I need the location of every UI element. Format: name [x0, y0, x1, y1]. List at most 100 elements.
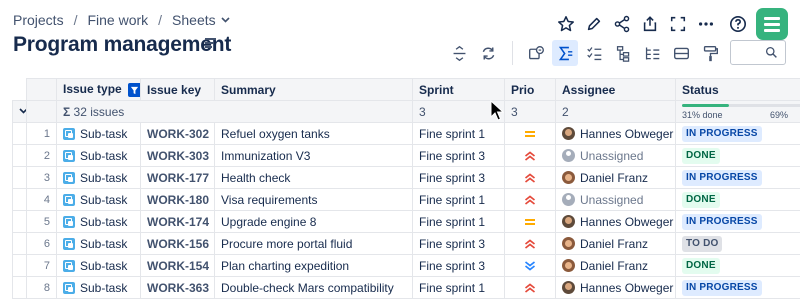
- sum-icon[interactable]: [552, 40, 578, 66]
- hierarchy-list-icon[interactable]: [639, 40, 665, 66]
- status-cell[interactable]: DONE: [675, 188, 800, 211]
- share-icon[interactable]: [608, 10, 636, 38]
- status-cell[interactable]: IN PROGRESS: [675, 210, 800, 233]
- prio-cell[interactable]: [504, 144, 556, 167]
- status-cell[interactable]: DONE: [675, 144, 800, 167]
- column-header-issue-key[interactable]: Issue key: [140, 78, 215, 101]
- chevron-down-icon[interactable]: [19, 108, 27, 114]
- edit-icon[interactable]: [580, 10, 608, 38]
- search-input[interactable]: [735, 41, 769, 63]
- breadcrumb-fine-work[interactable]: Fine work: [87, 12, 148, 28]
- filter-view-icon[interactable]: [523, 40, 549, 66]
- assignee-cell[interactable]: Daniel Franz: [555, 166, 676, 189]
- issue-type-cell[interactable]: Sub-task: [56, 188, 141, 211]
- paint-format-icon[interactable]: [697, 40, 723, 66]
- issue-type-cell[interactable]: Sub-task: [56, 232, 141, 255]
- status-cell[interactable]: IN PROGRESS: [675, 276, 800, 299]
- table-row[interactable]: 4 Sub-task WORK-180 Visa requirements Fine s…: [12, 188, 800, 211]
- sprint-cell[interactable]: Fine sprint 1: [412, 276, 505, 299]
- prio-cell[interactable]: [504, 232, 556, 255]
- issue-key-link[interactable]: WORK-154: [140, 254, 215, 277]
- summary-cell[interactable]: Visa requirements: [214, 188, 413, 211]
- column-header-issue-type[interactable]: Issue type: [56, 78, 141, 101]
- chevron-down-icon[interactable]: [221, 15, 230, 26]
- issue-type-cell[interactable]: Sub-task: [56, 254, 141, 277]
- breadcrumb-projects[interactable]: Projects: [13, 12, 64, 28]
- status-cell[interactable]: TO DO: [675, 232, 800, 255]
- summary-cell[interactable]: Upgrade engine 8: [214, 210, 413, 233]
- breadcrumb-sheets[interactable]: Sheets: [172, 12, 216, 28]
- issue-type-cell[interactable]: Sub-task: [56, 276, 141, 299]
- refresh-icon[interactable]: [475, 40, 501, 66]
- column-header-summary[interactable]: Summary: [214, 78, 413, 101]
- prio-cell[interactable]: [504, 276, 556, 299]
- summary-cell[interactable]: Refuel oxygen tanks: [214, 122, 413, 145]
- table-row[interactable]: 3 Sub-task WORK-177 Health check Fine sprint…: [12, 166, 800, 189]
- sprint-cell[interactable]: Fine sprint 1: [412, 122, 505, 145]
- help-icon[interactable]: [724, 10, 752, 38]
- column-header-prio[interactable]: Prio: [504, 78, 556, 101]
- assignee-cell[interactable]: Unassigned: [555, 188, 676, 211]
- sprint-cell[interactable]: Fine sprint 3: [412, 144, 505, 167]
- issue-type-cell[interactable]: Sub-task: [56, 166, 141, 189]
- assignee-cell[interactable]: Unassigned: [555, 144, 676, 167]
- sprint-cell[interactable]: Fine sprint 1: [412, 188, 505, 211]
- summary-cell[interactable]: Immunization V3: [214, 144, 413, 167]
- prio-cell[interactable]: [504, 188, 556, 211]
- column-header-status[interactable]: Status: [675, 78, 800, 101]
- search-box[interactable]: [730, 40, 786, 65]
- table-row[interactable]: 5 Sub-task WORK-174 Upgrade engine 8 Fine sp…: [12, 210, 800, 233]
- prio-cell[interactable]: [504, 210, 556, 233]
- issue-type-cell[interactable]: Sub-task: [56, 122, 141, 145]
- status-cell[interactable]: IN PROGRESS: [675, 166, 800, 189]
- issue-type-cell[interactable]: Sub-task: [56, 210, 141, 233]
- summary-cell[interactable]: Double-check Mars compatibility: [214, 276, 413, 299]
- sprint-cell[interactable]: Fine sprint 1: [412, 210, 505, 233]
- summary-cell[interactable]: Plan charting expedition: [214, 254, 413, 277]
- fullscreen-icon[interactable]: [664, 10, 692, 38]
- rows-icon[interactable]: [668, 40, 694, 66]
- app-logo[interactable]: [756, 8, 788, 40]
- status-cell[interactable]: IN PROGRESS: [675, 122, 800, 145]
- expand-collapse-icon[interactable]: [446, 40, 472, 66]
- title-menu-icon[interactable]: [205, 38, 216, 50]
- issue-type-cell[interactable]: Sub-task: [56, 144, 141, 167]
- prio-cell[interactable]: [504, 254, 556, 277]
- table-row[interactable]: 1 Sub-task WORK-302 Refuel oxygen tanks Fine…: [12, 122, 800, 145]
- assignee-cell[interactable]: Hannes Obweger: [555, 276, 676, 299]
- prio-cell[interactable]: [504, 122, 556, 145]
- issue-key-link[interactable]: WORK-174: [140, 210, 215, 233]
- table-row[interactable]: 7 Sub-task WORK-154 Plan charting expeditio…: [12, 254, 800, 277]
- summary-cell[interactable]: Health check: [214, 166, 413, 189]
- issue-key-link[interactable]: WORK-177: [140, 166, 215, 189]
- search-icon[interactable]: [765, 46, 778, 59]
- assignee-cell[interactable]: Daniel Franz: [555, 232, 676, 255]
- collapse-toggle[interactable]: [12, 100, 27, 123]
- table-row[interactable]: 8 Sub-task WORK-363 Double-check Mars compa…: [12, 276, 800, 299]
- summary-cell[interactable]: Procure more portal fluid: [214, 232, 413, 255]
- column-header-assignee[interactable]: Assignee: [555, 78, 676, 101]
- more-icon[interactable]: [692, 10, 720, 38]
- assignee-cell[interactable]: Hannes Obweger: [555, 122, 676, 145]
- issue-key-link[interactable]: WORK-303: [140, 144, 215, 167]
- checklist-icon[interactable]: [581, 40, 607, 66]
- sprint-cell[interactable]: Fine sprint 3: [412, 254, 505, 277]
- sprint-cell[interactable]: Fine sprint 3: [412, 232, 505, 255]
- prio-cell[interactable]: [504, 166, 556, 189]
- assignee-cell[interactable]: Hannes Obweger: [555, 210, 676, 233]
- issue-key-link[interactable]: WORK-180: [140, 188, 215, 211]
- column-header-sprint[interactable]: Sprint: [412, 78, 505, 101]
- issue-key-link[interactable]: WORK-302: [140, 122, 215, 145]
- filter-icon[interactable]: [127, 83, 140, 98]
- star-icon[interactable]: [552, 10, 580, 38]
- sprint-cell[interactable]: Fine sprint 3: [412, 166, 505, 189]
- export-icon[interactable]: [636, 10, 664, 38]
- issue-key-link[interactable]: WORK-363: [140, 276, 215, 299]
- hierarchy-icon[interactable]: [610, 40, 636, 66]
- status-cell[interactable]: DONE: [675, 254, 800, 277]
- assignee-cell[interactable]: Daniel Franz: [555, 254, 676, 277]
- issue-key-link[interactable]: WORK-156: [140, 232, 215, 255]
- row-gutter: [12, 188, 27, 211]
- table-row[interactable]: 6 Sub-task WORK-156 Procure more portal flu…: [12, 232, 800, 255]
- table-row[interactable]: 2 Sub-task WORK-303 Immunization V3 Fine spr…: [12, 144, 800, 167]
